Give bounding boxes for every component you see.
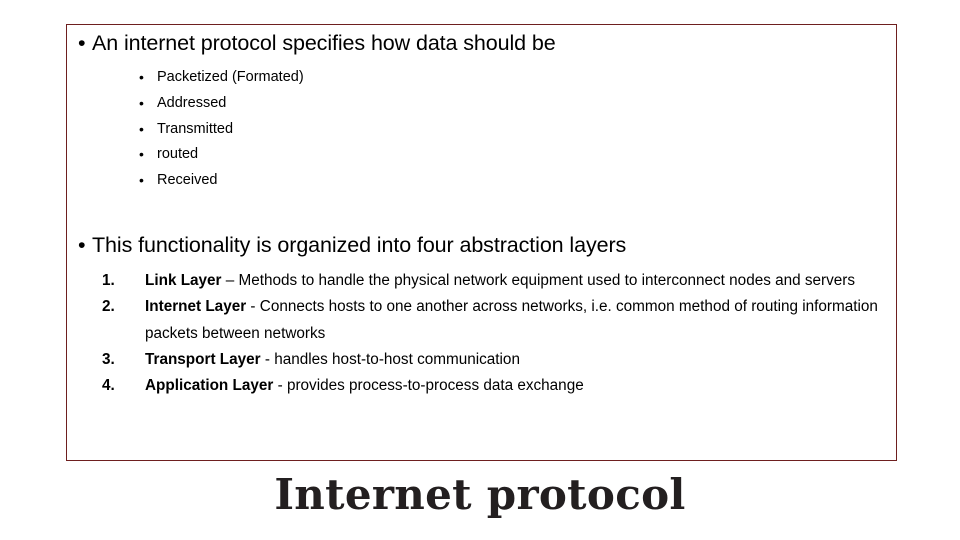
list-item-text: Application Layer - provides process-to-… [145,373,889,399]
bullet-icon: • [139,94,144,111]
bullet-icon: • [139,146,144,163]
sub-bullet-list: • Packetized (Formated) • Addressed • Tr… [139,65,304,194]
layer-description: - handles host-to-host communication [260,350,520,368]
sub-bullet-label: Addressed [157,94,227,111]
sub-bullet-label: routed [157,146,199,163]
list-item: 2. Internet Layer - Connects hosts to on… [99,294,889,347]
list-item: • Addressed [139,91,304,117]
main-bullet-1: • An internet protocol specifies how dat… [78,31,556,56]
list-item-number: 3. [102,350,115,368]
list-item: • routed [139,142,304,168]
list-item-text: Transport Layer - handles host-to-host c… [145,347,889,373]
list-item-number: 2. [102,298,115,316]
main-bullet-2-text: This functionality is organized into fou… [92,233,627,257]
list-item: • Received [139,168,304,194]
bullet-icon: • [139,172,144,189]
list-item-text: Internet Layer - Connects hosts to one a… [145,294,889,347]
list-item-text: Link Layer – Methods to handle the physi… [145,268,889,294]
layer-name: Internet Layer [145,298,247,316]
layer-description: - provides process-to-process data excha… [273,377,584,395]
bullet-icon: • [78,31,86,55]
layer-name: Application Layer [145,377,274,395]
layer-name: Transport Layer [145,350,261,368]
main-bullet-1-text: An internet protocol specifies how data … [92,31,556,55]
numbered-layer-list: 1. Link Layer – Methods to handle the ph… [99,268,889,399]
bullet-icon: • [139,120,144,137]
list-item-number: 4. [102,377,115,395]
sub-bullet-label: Received [157,172,218,189]
layer-name: Link Layer [145,272,222,289]
list-item-number: 1. [102,272,115,289]
list-item: • Packetized (Formated) [139,65,304,91]
page-title: Internet protocol [274,470,686,519]
content-border-box: • An internet protocol specifies how dat… [66,24,897,461]
bullet-icon: • [78,233,86,257]
bullet-icon: • [139,69,144,85]
list-item: 1. Link Layer – Methods to handle the ph… [99,268,889,294]
list-item: 3. Transport Layer - handles host-to-hos… [99,347,889,373]
sub-bullet-label: Transmitted [157,120,234,137]
list-item: • Transmitted [139,117,304,143]
list-item: 4. Application Layer - provides process-… [99,373,889,399]
slide-canvas: • An internet protocol specifies how dat… [0,0,960,540]
layer-description: - Connects hosts to one another across n… [145,298,878,342]
sub-bullet-label: Packetized (Formated) [157,69,304,85]
layer-description: – Methods to handle the physical network… [221,272,856,289]
main-bullet-2: • This functionality is organized into f… [78,233,626,258]
